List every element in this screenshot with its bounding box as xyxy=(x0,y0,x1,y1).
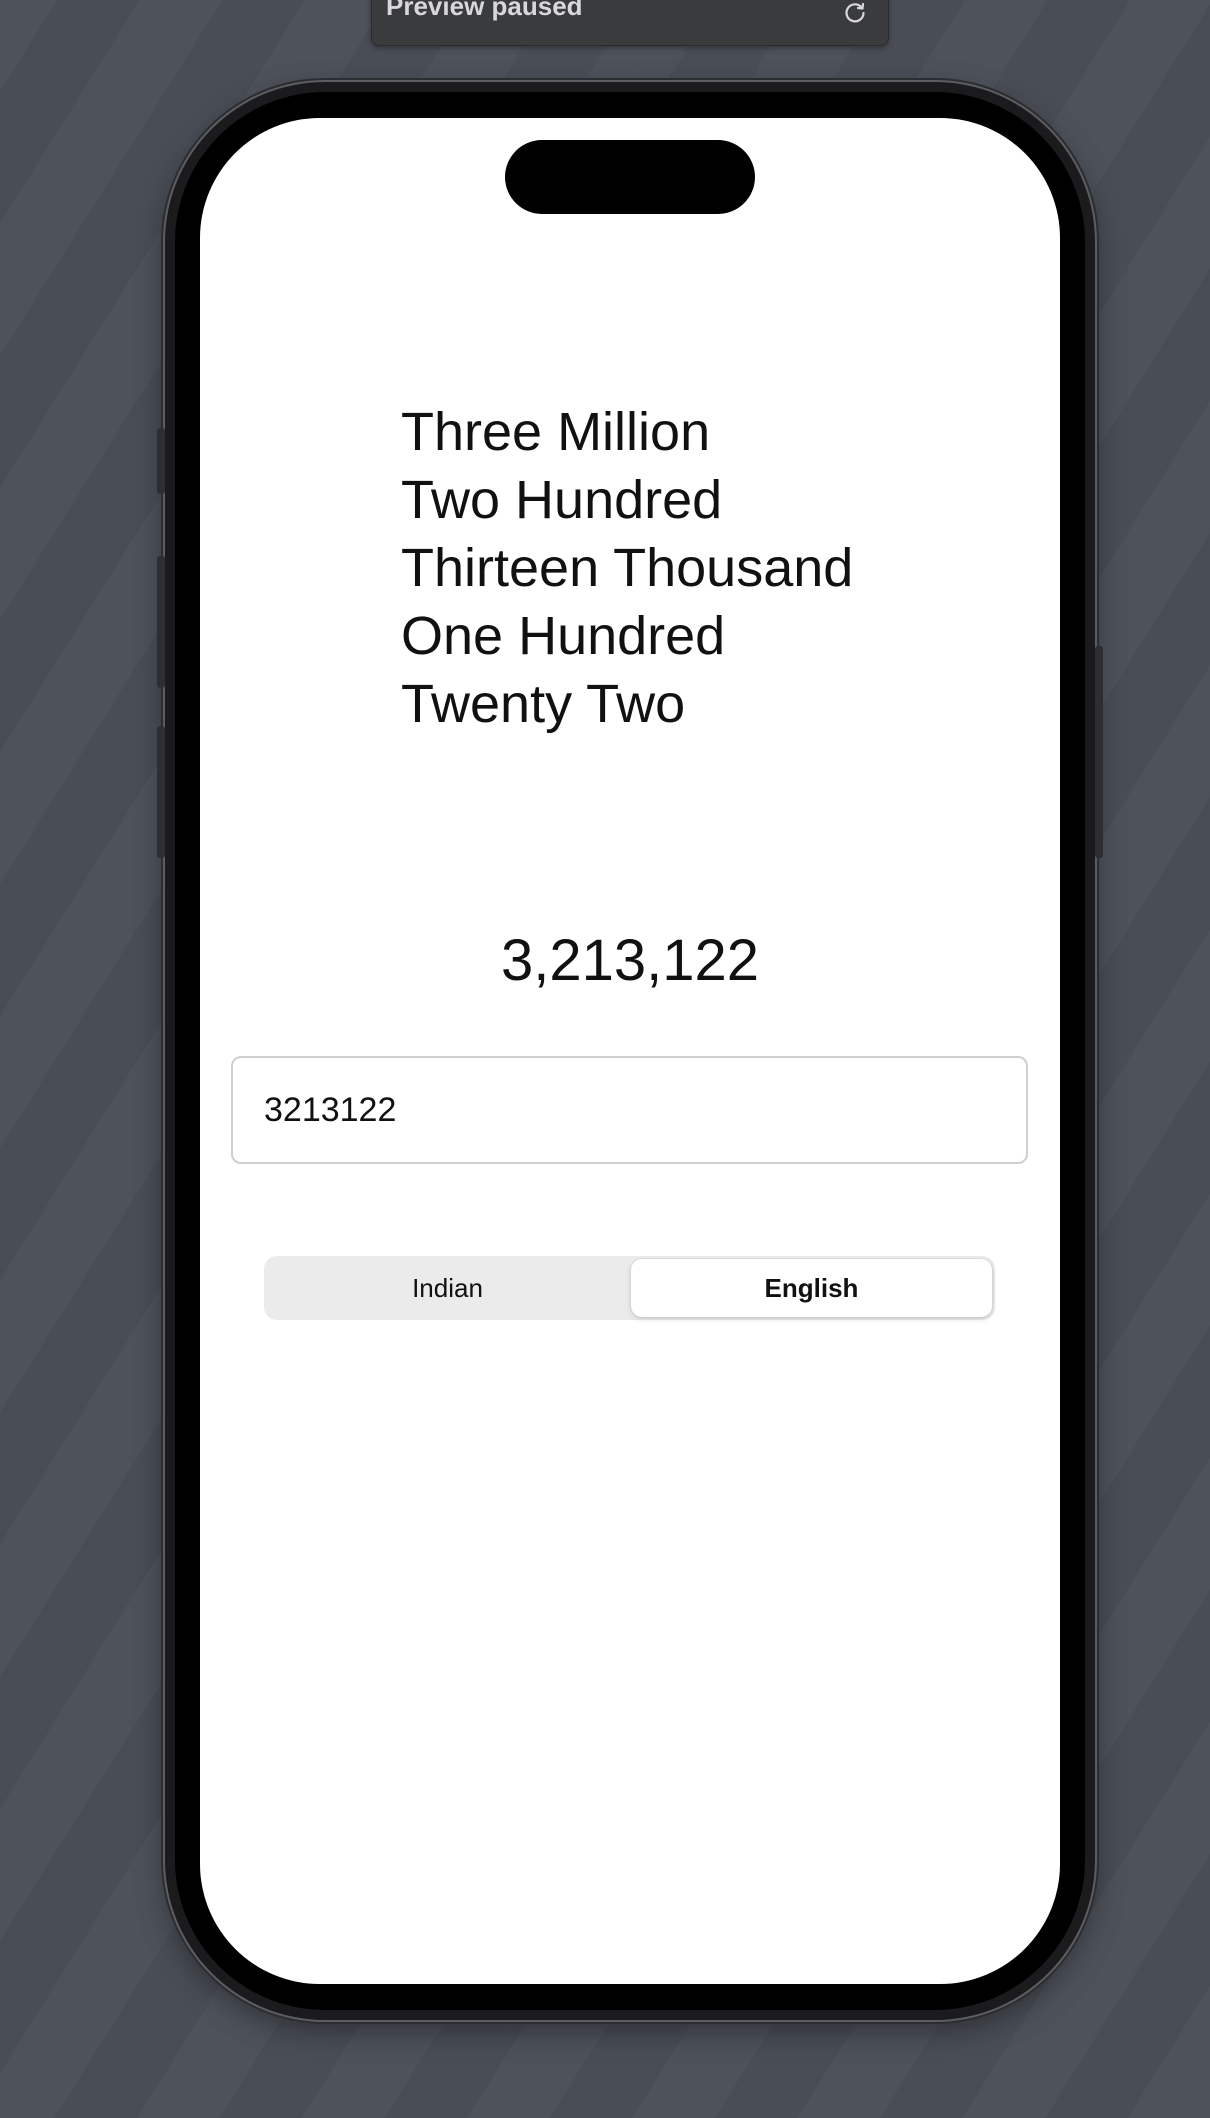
words-line: Twenty Two xyxy=(401,674,686,734)
number-in-words: Three Million Two Hundred Thirteen Thous… xyxy=(401,398,853,738)
action-button xyxy=(157,428,165,494)
words-line: One Hundred xyxy=(401,606,726,666)
volume-up-button xyxy=(157,556,165,688)
segment-indian[interactable]: Indian xyxy=(267,1259,628,1317)
formatted-number: 3,213,122 xyxy=(500,928,760,993)
preview-paused-label: Preview paused xyxy=(386,0,583,21)
volume-down-button xyxy=(157,726,165,858)
refresh-icon[interactable] xyxy=(842,0,868,25)
words-line: Three Million xyxy=(401,402,711,462)
phone-screen: Three Million Two Hundred Thirteen Thous… xyxy=(200,118,1060,1984)
number-input[interactable] xyxy=(231,1056,1028,1164)
words-line: Thirteen Thousand xyxy=(401,538,854,598)
segment-english[interactable]: English xyxy=(631,1259,992,1317)
words-line: Two Hundred xyxy=(401,470,723,530)
numbering-system-picker: Indian English xyxy=(264,1256,995,1320)
dynamic-island xyxy=(505,140,755,214)
preview-paused-banner: Preview paused xyxy=(371,0,889,46)
power-button xyxy=(1095,646,1103,858)
